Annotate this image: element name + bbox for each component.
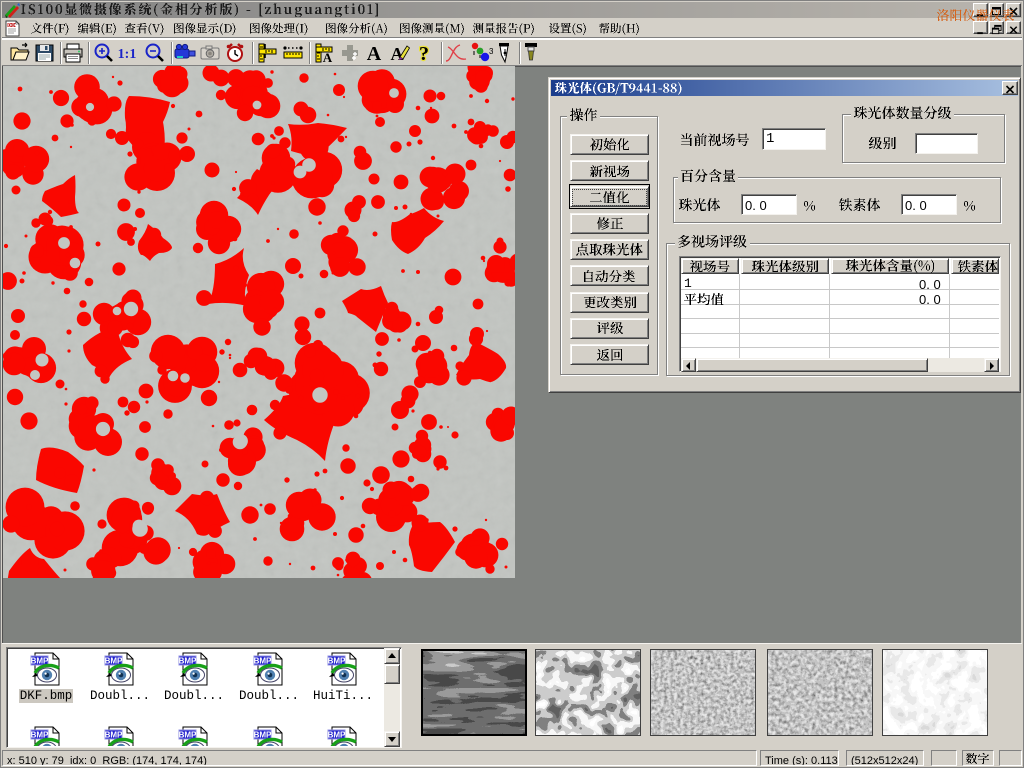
- svg-text:A: A: [367, 43, 382, 65]
- svg-text:A: A: [323, 50, 333, 65]
- svg-text:?: ?: [419, 43, 429, 65]
- svg-text:DOC: DOC: [8, 23, 19, 28]
- svg-text:1:1: 1:1: [118, 47, 137, 62]
